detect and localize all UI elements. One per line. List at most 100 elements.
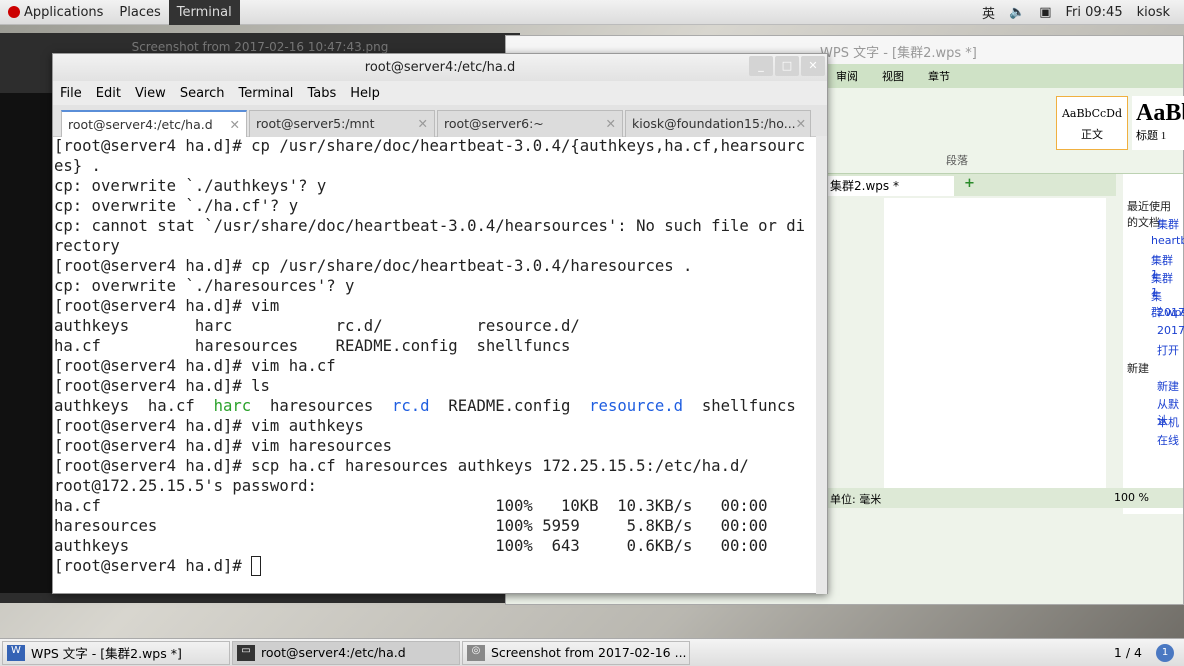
menu-search[interactable]: Search xyxy=(180,86,225,101)
paragraph-group-label: 段落 xyxy=(946,154,968,167)
network-icon[interactable]: ▣ xyxy=(1039,5,1051,20)
close-button[interactable]: ✕ xyxy=(801,56,825,76)
terminal-text: [root@server4 ha.d]# vim haresources xyxy=(54,437,392,455)
terminal-line: [root@server4 ha.d]# scp ha.cf haresourc… xyxy=(54,456,818,476)
top-panel: Applications Places Terminal 英 🔈 ▣ Fri 0… xyxy=(0,0,1184,25)
maximize-button[interactable]: □ xyxy=(775,56,799,76)
terminal-app-menu[interactable]: Terminal xyxy=(168,0,240,25)
terminal-scrollbar[interactable] xyxy=(816,136,827,594)
wps-menu-view[interactable]: 视图 xyxy=(882,68,904,84)
workspace-pager[interactable]: 1 / 4 xyxy=(1114,645,1142,660)
terminal-window[interactable]: root@server4:/etc/ha.d _ □ ✕ File Edit Vie… xyxy=(52,53,828,594)
new-item[interactable]: 新建 xyxy=(1127,378,1179,396)
wps-menu-section[interactable]: 章节 xyxy=(928,68,950,84)
terminal-tabs: root@server4:/etc/ha.d ✕ root@server5:/mn… xyxy=(53,105,827,137)
notification-icon[interactable]: 1 xyxy=(1156,643,1174,662)
terminal-text: [root@server4 ha.d]# cp /usr/share/doc/h… xyxy=(54,257,693,275)
zoom-level[interactable]: 100 % xyxy=(1114,491,1149,505)
recent-item[interactable]: 集群.wps xyxy=(1127,288,1184,319)
applications-menu[interactable]: Applications xyxy=(0,5,111,20)
tab-label: kiosk@foundation15:/ho... xyxy=(632,116,796,131)
places-menu[interactable]: Places xyxy=(111,5,168,20)
terminal-line: authkeys ha.cf harc haresources rc.d REA… xyxy=(54,396,818,416)
terminal-line: authkeys 100% 643 0.6KB/s 00:00 xyxy=(54,536,818,556)
new-tab-icon[interactable]: + xyxy=(964,176,975,191)
terminal-cursor xyxy=(251,556,262,576)
style-normal-preview: AaBbCcDd xyxy=(1061,107,1123,120)
close-tab-icon[interactable]: ✕ xyxy=(418,116,428,132)
terminal-text: [root@server4 ha.d]# scp ha.cf haresourc… xyxy=(54,457,749,475)
terminal-text: harc xyxy=(213,397,252,415)
tab-server6[interactable]: root@server6:~ ✕ xyxy=(437,110,623,137)
terminal-text: rc.d xyxy=(392,397,430,415)
terminal-output[interactable]: [root@server4 ha.d]# cp /usr/share/doc/h… xyxy=(53,136,818,594)
terminal-line: [root@server4 ha.d]# vim haresources xyxy=(54,436,818,456)
recent-item[interactable]: 集群1 xyxy=(1127,252,1179,281)
recent-item[interactable]: 集群1 xyxy=(1127,270,1179,299)
wps-status-bar: 单位: 毫米 100 % xyxy=(826,488,1183,508)
terminal-title: root@server4:/etc/ha.d xyxy=(364,60,516,75)
terminal-line: cp: overwrite `./authkeys'? y xyxy=(54,176,818,196)
terminal-line: [root@server4 ha.d]# xyxy=(54,556,818,576)
wps-icon: W xyxy=(7,644,25,661)
recent-item[interactable]: heartbeat xyxy=(1127,234,1184,252)
terminal-line: haresources 100% 5959 5.8KB/s 00:00 xyxy=(54,516,818,536)
user-menu[interactable]: kiosk xyxy=(1137,5,1170,20)
terminal-text: README.config xyxy=(429,397,590,415)
close-tab-icon[interactable]: ✕ xyxy=(796,116,806,132)
terminal-text: [root@server4 ha.d]# xyxy=(54,557,252,575)
menu-terminal[interactable]: Terminal xyxy=(238,86,293,101)
recent-item[interactable]: 2017 xyxy=(1127,324,1184,342)
terminal-icon: ▭ xyxy=(237,644,255,661)
tab-foundation15[interactable]: kiosk@foundation15:/ho... ✕ xyxy=(625,110,811,137)
new-item[interactable]: 本机 xyxy=(1127,414,1179,432)
new-item[interactable]: 在线 xyxy=(1127,432,1179,450)
menu-tabs[interactable]: Tabs xyxy=(307,86,336,101)
tab-label: root@server5:/mnt xyxy=(256,116,375,131)
terminal-text: ha.cf 100% 10KB 10.3KB/s 00:00 xyxy=(54,497,768,515)
taskbar-label: Screenshot from 2017-02-16 ... xyxy=(491,645,687,660)
wps-document-page[interactable] xyxy=(884,198,1106,498)
wps-doc-tabs: 集群2.wps * + xyxy=(826,174,1116,196)
taskbar-item-screenshot[interactable]: ◎ Screenshot from 2017-02-16 ... xyxy=(462,640,690,665)
new-item[interactable]: 从默认 xyxy=(1127,396,1179,427)
input-method-indicator[interactable]: 英 xyxy=(982,3,995,22)
style-heading1[interactable]: AaBb 标题 1 xyxy=(1132,96,1184,150)
screenshot-content xyxy=(0,93,60,593)
terminal-text: cp: overwrite `./haresources'? y xyxy=(54,277,355,295)
taskbar-label: root@server4:/etc/ha.d xyxy=(261,645,406,660)
close-tab-icon[interactable]: ✕ xyxy=(606,116,616,132)
style-h1-label: 标题 1 xyxy=(1136,130,1167,142)
wps-menu-review[interactable]: 审阅 xyxy=(836,68,858,84)
screenshot-window-title: Screenshot from 2017-02-16 10:47:43.png xyxy=(131,40,389,54)
terminal-line: ha.cf haresources README.config shellfun… xyxy=(54,336,818,356)
menu-file[interactable]: File xyxy=(60,86,82,101)
terminal-line: es} . xyxy=(54,156,818,176)
terminal-line: cp: cannot stat `/usr/share/doc/heartbea… xyxy=(54,216,818,236)
terminal-titlebar[interactable]: root@server4:/etc/ha.d _ □ ✕ xyxy=(53,54,827,81)
style-normal[interactable]: AaBbCcDd 正文 xyxy=(1056,96,1128,150)
terminal-text: cp: overwrite `./ha.cf'? y xyxy=(54,197,299,215)
style-normal-label: 正文 xyxy=(1081,128,1103,141)
terminal-text: cp: cannot stat `/usr/share/doc/heartbea… xyxy=(54,217,806,235)
menu-edit[interactable]: Edit xyxy=(96,86,121,101)
tab-label: root@server6:~ xyxy=(444,116,544,131)
status-unit: 单位: 毫米 xyxy=(830,493,882,506)
terminal-line: [root@server4 ha.d]# vim authkeys xyxy=(54,416,818,436)
wps-doc-tab[interactable]: 集群2.wps * xyxy=(826,176,954,196)
menu-view[interactable]: View xyxy=(135,86,166,101)
tab-server5[interactable]: root@server5:/mnt ✕ xyxy=(249,110,435,137)
taskbar-item-wps[interactable]: W WPS 文字 - [集群2.wps *] xyxy=(2,640,230,665)
volume-icon[interactable]: 🔈 xyxy=(1009,5,1025,20)
minimize-button[interactable]: _ xyxy=(749,56,773,76)
terminal-text: authkeys 100% 643 0.6KB/s 00:00 xyxy=(54,537,768,555)
tab-label: root@server4:/etc/ha.d xyxy=(68,117,213,132)
menu-help[interactable]: Help xyxy=(350,86,380,101)
taskbar-item-terminal[interactable]: ▭ root@server4:/etc/ha.d xyxy=(232,640,460,665)
terminal-text: authkeys ha.cf xyxy=(54,397,214,415)
open-item[interactable]: 打开 xyxy=(1127,342,1179,360)
clock[interactable]: Fri 09:45 xyxy=(1066,5,1123,20)
close-tab-icon[interactable]: ✕ xyxy=(230,117,240,132)
tab-server4[interactable]: root@server4:/etc/ha.d ✕ xyxy=(61,110,247,137)
terminal-line: ha.cf 100% 10KB 10.3KB/s 00:00 xyxy=(54,496,818,516)
